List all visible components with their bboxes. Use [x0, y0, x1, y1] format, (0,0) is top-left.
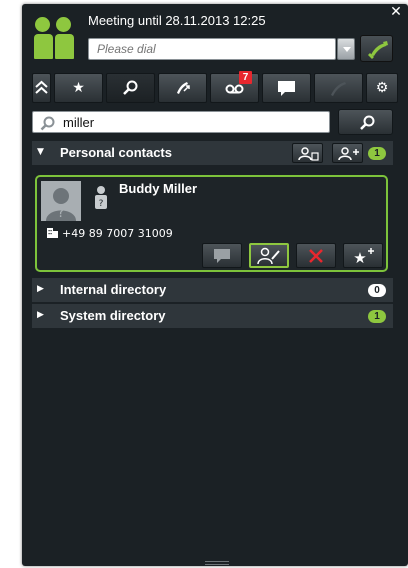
contact-name[interactable]: Buddy Miller: [119, 181, 197, 196]
call-button[interactable]: [360, 35, 393, 62]
contact-card[interactable]: ? ? Buddy Miller +49 89 7007 31009 ★: [35, 175, 388, 272]
search-button[interactable]: [338, 109, 393, 135]
section-title: System directory: [60, 308, 166, 323]
collapsed-arrow-icon: ▶: [37, 284, 44, 294]
phone-tab[interactable]: [314, 73, 363, 103]
call-journal-tab[interactable]: [158, 73, 207, 103]
star-add-icon: ★: [353, 247, 374, 266]
call-journal-icon: [177, 82, 190, 94]
voicemail-tab[interactable]: 7: [210, 71, 259, 103]
avatar-placeholder-icon: ?: [41, 181, 81, 221]
section-title: Internal directory: [60, 282, 167, 297]
phone-handset-icon: [368, 41, 388, 59]
expanded-arrow-icon: ▼: [37, 147, 44, 157]
gear-icon: ⚙: [375, 80, 389, 96]
presence-unknown-icon: ?: [93, 185, 109, 211]
add-contact-button[interactable]: [332, 143, 363, 163]
section-title: Personal contacts: [60, 145, 172, 160]
delete-contact-button[interactable]: [296, 243, 336, 268]
edit-contact-icon: [257, 247, 280, 264]
contact-card-icon: [298, 147, 319, 161]
manage-contacts-button[interactable]: [292, 143, 323, 163]
main-toolbar: ★ 7 ⚙: [32, 71, 398, 103]
chat-contact-button[interactable]: [202, 243, 242, 268]
close-icon[interactable]: ✕: [389, 5, 403, 19]
search-input[interactable]: miller: [32, 111, 330, 133]
collapsed-arrow-icon: ▶: [37, 310, 44, 320]
search-icon: [40, 116, 55, 131]
section-internal-directory[interactable]: ▶ Internal directory 0: [32, 278, 393, 302]
result-count-badge: 1: [368, 310, 386, 323]
favorites-tab[interactable]: ★: [54, 73, 103, 103]
contacts-window: ✕ Meeting until 28.11.2013 12:25 ★: [22, 4, 408, 566]
double-chevron-up-icon: [35, 80, 48, 94]
presence-status-text[interactable]: Meeting until 28.11.2013 12:25: [88, 13, 266, 28]
add-favorite-button[interactable]: ★: [343, 243, 383, 268]
dial-history-dropdown[interactable]: [337, 38, 355, 60]
delete-x-icon: [309, 248, 323, 263]
result-count-badge: 1: [368, 147, 386, 160]
search-icon: [360, 115, 375, 130]
section-system-directory[interactable]: ▶ System directory 1: [32, 304, 393, 328]
phone-handset-icon: [331, 82, 346, 96]
svg-text:?: ?: [99, 199, 104, 209]
search-icon: [123, 80, 138, 95]
search-tab[interactable]: [106, 73, 155, 103]
contact-phone-number: +49 89 7007 31009: [62, 227, 173, 240]
svg-text:?: ?: [57, 205, 64, 221]
svg-text:★: ★: [353, 249, 366, 266]
contact-phone-row[interactable]: +49 89 7007 31009: [47, 227, 173, 240]
dial-input[interactable]: [88, 38, 336, 60]
search-value: miller: [63, 115, 95, 130]
chat-tab[interactable]: [262, 73, 311, 103]
section-personal-contacts[interactable]: ▼ Personal contacts 1: [32, 141, 393, 165]
resize-grip[interactable]: [205, 561, 229, 565]
chat-bubble-icon: [214, 248, 230, 263]
chat-bubble-icon: [278, 81, 295, 96]
star-icon: ★: [72, 80, 85, 96]
edit-contact-button[interactable]: [249, 243, 289, 268]
contact-avatar: ?: [41, 181, 81, 221]
settings-tab[interactable]: ⚙: [366, 73, 398, 103]
add-contact-icon: [338, 147, 359, 161]
result-count-badge: 0: [368, 284, 386, 297]
voicemail-count-badge: 7: [239, 71, 252, 84]
building-icon: [47, 228, 58, 238]
collapse-button[interactable]: [32, 73, 51, 103]
presence-status-icon[interactable]: [34, 17, 74, 59]
